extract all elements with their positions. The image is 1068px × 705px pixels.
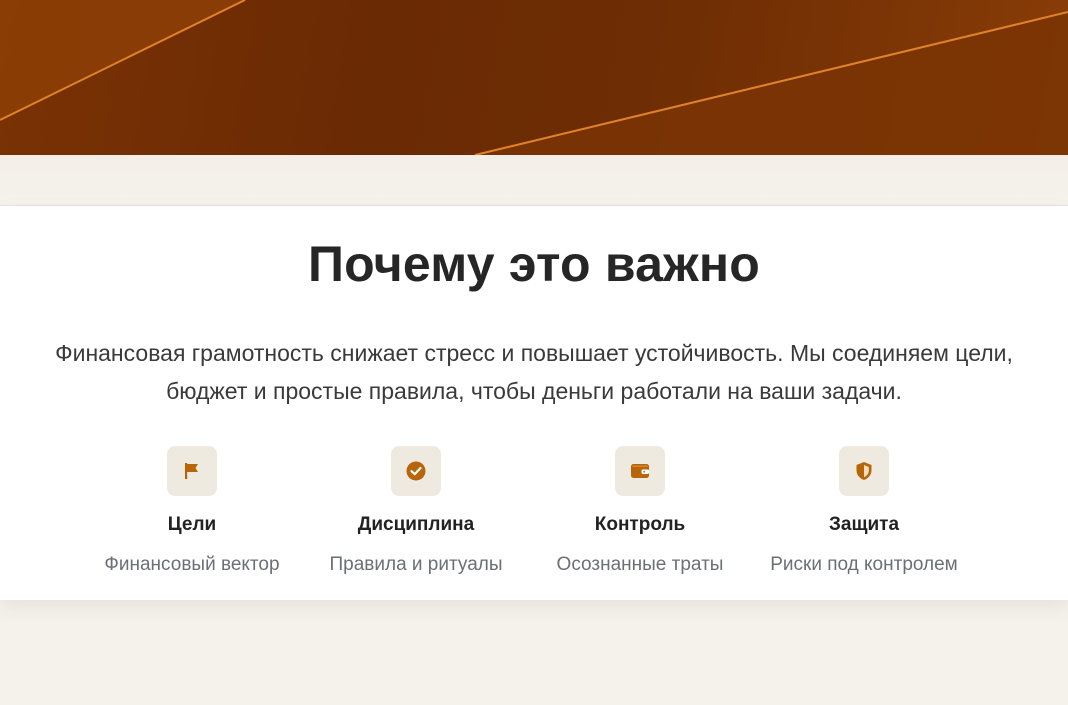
wallet-icon <box>615 446 665 496</box>
section-title: Почему это важно <box>308 236 760 292</box>
hero-banner <box>0 0 1068 155</box>
check-circle-icon <box>391 446 441 496</box>
feature-title: Защита <box>828 514 900 535</box>
feature-discipline: Дисциплина Правила и ритуалы <box>304 446 528 576</box>
feature-title: Контроль <box>594 514 686 535</box>
why-important-section: Почему это важно Финансовая грамотность … <box>0 205 1068 600</box>
section-description-line-2: бюджет и простые правила, чтобы деньги р… <box>166 378 902 404</box>
feature-control: Контроль Осознанные траты <box>528 446 752 576</box>
feature-goals: Цели Финансовый вектор <box>80 446 304 576</box>
section-spacer <box>0 155 1068 205</box>
section-description-line-1: Финансовая грамотность снижает стресс и … <box>55 340 1013 366</box>
flag-icon <box>167 446 217 496</box>
section-description: Финансовая грамотность снижает стресс и … <box>0 334 1068 410</box>
feature-subtitle: Риски под контролем <box>770 554 958 575</box>
feature-title: Цели <box>167 514 217 535</box>
shield-icon <box>839 446 889 496</box>
feature-subtitle: Финансовый вектор <box>104 554 280 575</box>
feature-subtitle: Правила и ритуалы <box>329 554 503 575</box>
features-list: Цели Финансовый вектор Дисциплина Правил… <box>80 446 976 576</box>
feature-protection: Защита Риски под контролем <box>752 446 976 576</box>
feature-subtitle: Осознанные траты <box>556 554 724 575</box>
hero-decoration <box>0 0 1068 155</box>
feature-title: Дисциплина <box>357 514 475 535</box>
